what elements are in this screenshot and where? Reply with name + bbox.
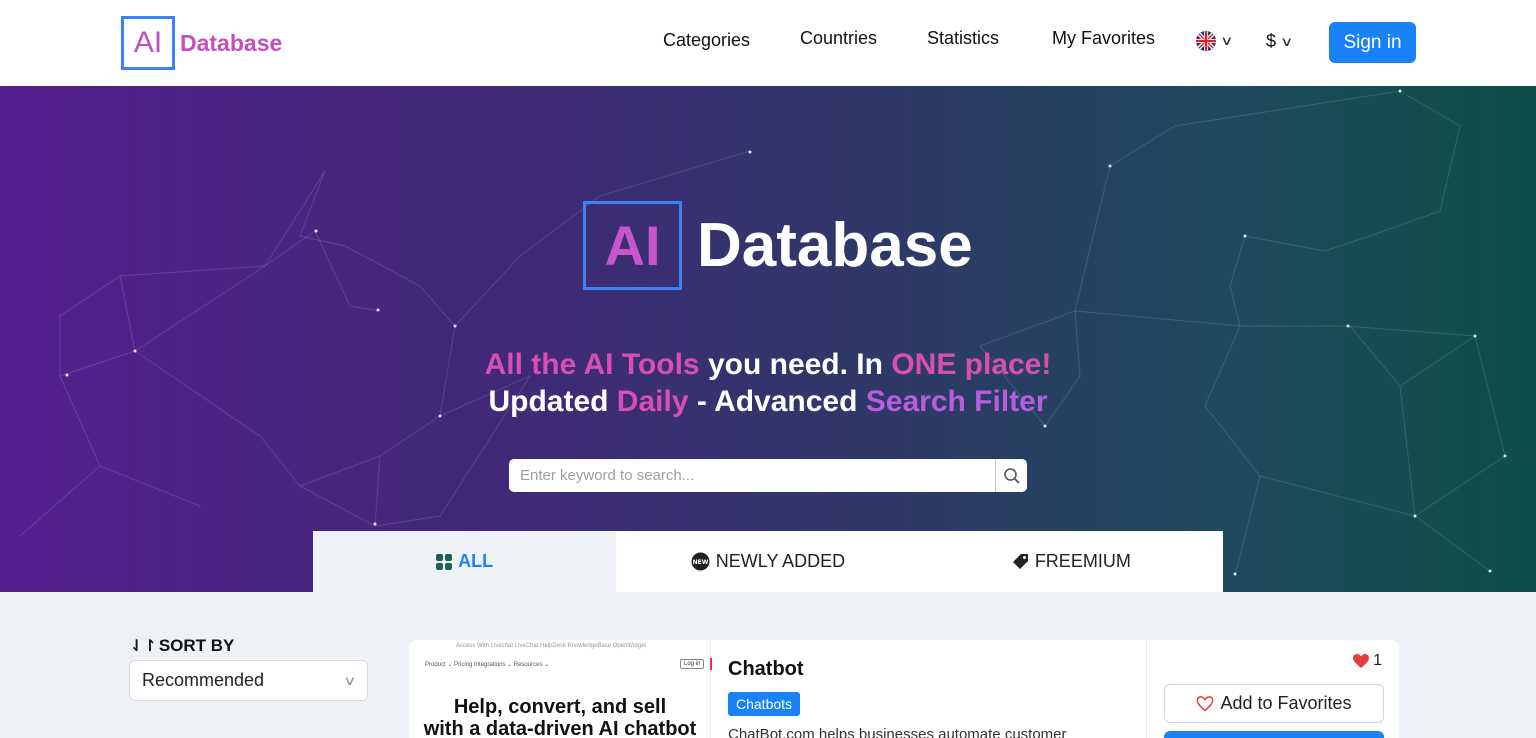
new-badge-icon: NEW [691,552,710,571]
hero-tagline-1: All the AI Tools you need. In ONE place! [484,348,1052,381]
filter-tabs: ALL NEW NEWLY ADDED FREEMIUM [313,531,1223,592]
thumbnail-login: Log in [680,659,705,669]
tool-card-body: Chatbot Chatbots ChatBot.com helps busin… [728,658,1128,738]
logo-text: Database [180,29,283,56]
add-to-favorites-button[interactable]: Add to Favorites [1164,684,1384,723]
search-bar [509,459,1027,492]
search-input[interactable] [509,459,995,492]
nav-item-statistics[interactable]: Statistics [927,28,999,49]
sort-select[interactable]: Recommended ∨ [129,660,368,701]
sort-label: ⇃↾ SORT BY [130,636,235,655]
thumbnail-accent [710,658,712,670]
tab-label: NEWLY ADDED [715,551,846,571]
search-button[interactable] [995,459,1027,492]
category-badge[interactable]: Chatbots [728,692,801,716]
thumbnail-headline: Help, convert, and sell with a data-driv… [423,696,697,738]
hero-logo-text: Database [697,211,973,280]
tool-thumbnail[interactable]: Access With Livechat LiveChat HelpDesk K… [409,640,712,738]
heart-filled-icon [1353,653,1370,668]
language-selector[interactable]: ∨ [1196,31,1234,51]
nav-item-categories[interactable]: Categories [663,30,750,51]
tab-freemium[interactable]: FREEMIUM [919,531,1223,592]
heart-outline-icon [1197,695,1214,711]
currency-symbol: $ [1266,31,1277,51]
currency-selector[interactable]: $ ∨ [1266,31,1294,52]
tab-newly-added[interactable]: NEW NEWLY ADDED [616,531,920,592]
tab-label: ALL [458,551,494,571]
hero-banner: AI Database All the AI Tools you need. I… [0,86,1536,592]
chevron-down-icon: ∨ [1280,33,1294,49]
tool-title[interactable]: Chatbot [728,658,1128,681]
hero-logo: AI Database [583,201,973,290]
likes-count: 1 [1353,652,1382,670]
svg-text:NEW: NEW [692,559,708,566]
sort-arrows-icon: ⇃↾ [130,638,157,655]
site-header: AI Database Categories Countries Statist… [0,0,1536,86]
site-logo[interactable]: AI Database [121,16,282,70]
logo-mark: AI [121,16,175,70]
tag-icon [1012,554,1028,569]
nav-item-countries[interactable]: Countries [800,28,877,49]
tab-all[interactable]: ALL [313,531,617,592]
thumbnail-nav: Product ⌄ Pricing Integrations ⌄ Resourc… [425,662,550,668]
hero-tagline-2: Updated Daily - Advanced Search Filter [488,385,1048,418]
grid-icon [436,553,453,570]
sort-selected-value: Recommended [142,670,265,690]
tool-description: ChatBot.com helps businesses automate cu… [728,726,1067,738]
network-background [19,89,1507,577]
tool-card[interactable]: Access With Livechat LiveChat HelpDesk K… [409,640,1399,738]
sign-in-button[interactable]: Sign in [1329,22,1416,63]
thumbnail-topbar: Access With Livechat LiveChat HelpDesk K… [456,643,647,649]
tool-card-actions: 1 Add to Favorites [1146,640,1399,738]
chevron-down-icon: ∨ [343,672,357,688]
tab-label: FREEMIUM [1034,551,1131,571]
chevron-down-icon: ∨ [1220,33,1234,48]
hero-logo-mark: AI [583,201,682,290]
nav-item-my-favorites[interactable]: My Favorites [1052,28,1155,49]
search-icon [1003,467,1020,484]
visit-button[interactable] [1164,731,1384,738]
uk-flag-icon [1196,31,1216,51]
